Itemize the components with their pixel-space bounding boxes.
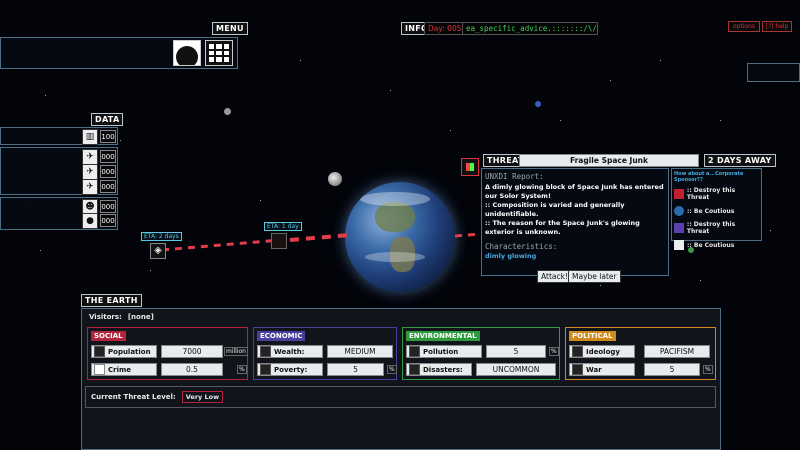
stat-label: Population xyxy=(91,345,157,358)
maybe-later-button[interactable]: Maybe later xyxy=(568,270,621,283)
advice-panel: How about a...Corporate Sponsor?? :: Des… xyxy=(671,168,762,250)
advice-title: How about a...Corporate Sponsor?? xyxy=(674,171,744,183)
data-value: 000 xyxy=(100,165,116,178)
data-row-1: ✈ 000 xyxy=(82,149,116,165)
category-label: POLITICAL xyxy=(569,331,616,341)
report-line: :: The reason for the Space Junk's glowi… xyxy=(485,219,640,236)
data-row-0: ▥ 100 xyxy=(82,129,116,145)
report-line: :: Composition is varied and generally u… xyxy=(485,201,625,218)
ideology-icon xyxy=(572,346,583,357)
stat-label: Poverty: xyxy=(257,363,323,376)
advice-item-0[interactable]: :: Destroy this Threat xyxy=(674,187,759,201)
visitors-value: [none] xyxy=(127,313,154,321)
category-social: SOCIAL Population 7000 million Crime 0.5… xyxy=(87,327,248,380)
day-counter: Day: 005 xyxy=(424,22,466,35)
advice-item-3[interactable]: :: Be Coutious xyxy=(674,240,759,250)
data-row-5: ● 000 xyxy=(82,213,116,229)
data-row-2: ✈ 000 xyxy=(82,164,116,180)
stat-value: MEDIUM xyxy=(327,345,393,358)
stat-value: 7000 xyxy=(161,345,223,358)
stat-label: War xyxy=(569,363,635,376)
ship-icon: ✈ xyxy=(82,164,98,180)
ship-icon: ✈ xyxy=(82,179,98,195)
stat-label: Ideology xyxy=(569,345,635,358)
advice-item-2[interactable]: :: Destroy this Threat xyxy=(674,221,759,235)
corp-logo-icon xyxy=(674,189,684,199)
advice-item-1[interactable]: :: Be Coutious xyxy=(674,206,759,216)
stat-label: Disasters: xyxy=(406,363,472,376)
stat-label: Pollution xyxy=(406,345,482,358)
person-icon: ● xyxy=(82,213,98,229)
data-value: 000 xyxy=(100,200,116,213)
stat-value: 5 xyxy=(486,345,546,358)
crime-icon xyxy=(94,364,105,375)
ship-icon: ✈ xyxy=(82,149,98,165)
data-value: 000 xyxy=(100,214,116,227)
menu-panel xyxy=(0,37,238,69)
data-value: 000 xyxy=(100,180,116,193)
threat-marker-icon[interactable] xyxy=(271,233,287,249)
stat-unit: % xyxy=(387,365,397,374)
data-row-3: ✈ 000 xyxy=(82,179,116,195)
stat-value: PACIFISM xyxy=(644,345,710,358)
threat-report-panel: UNXDI Report: Δ dimly glowing block of S… xyxy=(481,168,669,276)
stat-value: UNCOMMON xyxy=(476,363,556,376)
threat-target-icon[interactable] xyxy=(461,158,479,176)
grid-button[interactable] xyxy=(205,40,233,66)
corp-badge-icon xyxy=(674,240,684,250)
category-label: ENVIRONMENTAL xyxy=(406,331,480,341)
population-icon xyxy=(94,346,105,357)
stat-value: 5 xyxy=(644,363,700,376)
poverty-icon xyxy=(260,364,271,375)
threat-level-value: Very Low xyxy=(181,391,224,403)
stat-value: 5 xyxy=(327,363,384,376)
mini-panel xyxy=(747,63,800,82)
earth-label[interactable]: THE EARTH xyxy=(81,294,142,307)
visitors-label: Visitors: xyxy=(89,313,122,321)
category-label: ECONOMIC xyxy=(257,331,306,341)
threat-level-label: Current Threat Level: xyxy=(91,393,176,401)
advice-ticker: ea_specific_advice.:::::::/\/ xyxy=(462,22,598,35)
report-line: Δ dimly glowing block of Space Junk has … xyxy=(485,183,664,200)
eta-left-label: ETA: 2 days xyxy=(141,232,182,241)
stat-unit: % xyxy=(237,365,247,374)
threat-time: 2 DAYS AWAY xyxy=(704,154,776,167)
visitors-row: Visitors: [none] xyxy=(89,313,154,321)
stat-label: Wealth: xyxy=(257,345,323,358)
help-button[interactable]: [?] help xyxy=(762,21,792,32)
pollution-icon xyxy=(409,346,420,357)
category-political: POLITICAL Ideology PACIFISM War 5 % xyxy=(565,327,716,380)
category-economic: ECONOMIC Wealth: MEDIUM Poverty: 5 % xyxy=(253,327,397,380)
data-value: 000 xyxy=(100,150,116,163)
stat-unit: % xyxy=(703,365,713,374)
disasters-icon xyxy=(409,364,420,375)
dome-button[interactable] xyxy=(173,40,201,66)
wealth-icon xyxy=(260,346,271,357)
menu-label[interactable]: MENU xyxy=(212,22,248,35)
bar-chart-icon: ▥ xyxy=(82,129,98,145)
war-icon xyxy=(572,364,583,375)
corp-grid-icon xyxy=(674,223,684,233)
characteristics-title: Characteristics: xyxy=(485,242,558,251)
threat-name: Fragile Space Junk xyxy=(519,154,699,167)
eta-mid-label: ETA: 1 day xyxy=(264,222,302,231)
dome-icon xyxy=(176,46,198,65)
attack-button[interactable]: Attack! xyxy=(537,270,572,283)
threat-level-bar: Current Threat Level: Very Low xyxy=(85,386,716,408)
stat-label: Crime xyxy=(91,363,157,376)
data-label[interactable]: DATA xyxy=(91,113,124,126)
category-label: SOCIAL xyxy=(91,331,126,341)
visitor-ship-icon[interactable]: ◈ xyxy=(150,243,166,259)
options-button[interactable]: options xyxy=(728,21,760,32)
stat-value: 0.5 xyxy=(161,363,223,376)
globe-logo-icon xyxy=(674,206,684,216)
stat-unit: % xyxy=(549,347,559,356)
category-environmental: ENVIRONMENTAL Pollution 5 % Disasters: U… xyxy=(402,327,560,380)
characteristics-value: dimly glowing xyxy=(485,252,537,260)
stat-unit: million xyxy=(224,347,248,356)
report-title: UNXDI Report: xyxy=(485,172,544,181)
data-value: 100 xyxy=(100,130,116,143)
